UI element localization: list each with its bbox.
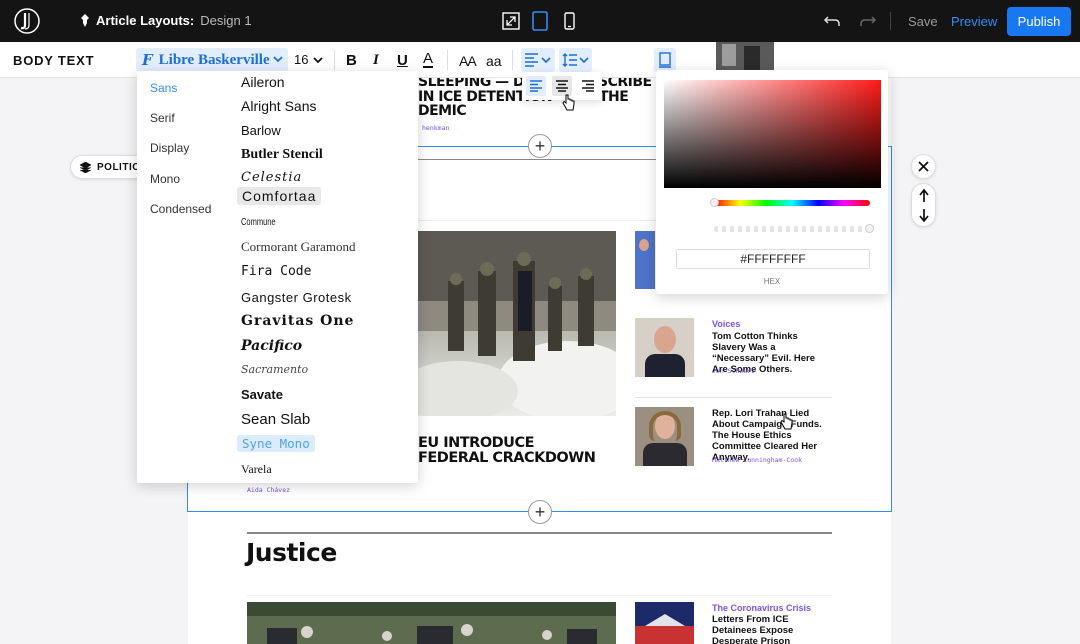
align-left-icon: [525, 53, 551, 67]
story-kicker: The Coronavirus Crisis: [712, 603, 812, 613]
undo-icon[interactable]: [822, 11, 842, 31]
font-option[interactable]: Sean Slab: [241, 411, 310, 428]
divider: [447, 50, 448, 70]
byline: henkman: [422, 124, 450, 132]
section-heading: Justice: [246, 538, 337, 567]
headline-top-line3: DEMIC: [418, 103, 467, 119]
font-option[interactable]: Commune: [241, 217, 276, 228]
reorder-control: [911, 183, 936, 227]
chevron-down-icon: [273, 56, 283, 63]
hex-input[interactable]: #FFFFFFFF: [676, 249, 870, 269]
section-tag-label: POLITIC: [97, 161, 140, 173]
hue-slider[interactable]: [714, 200, 870, 206]
alpha-slider[interactable]: [714, 226, 870, 232]
document-icon: [659, 52, 671, 68]
align-center-option[interactable]: [552, 76, 572, 96]
close-button[interactable]: [911, 154, 936, 179]
font-option[interactable]: Butler Stencil: [241, 147, 323, 163]
story-thumbnail: [635, 602, 694, 644]
saturation-field[interactable]: [664, 80, 881, 188]
hex-label: HEX: [763, 277, 781, 286]
font-option-selected[interactable]: Comfortaa: [237, 187, 322, 205]
chevron-down-icon: [313, 56, 324, 63]
font-option[interactable]: Varela: [241, 462, 272, 477]
logo-icon[interactable]: [14, 8, 40, 34]
hand-cursor-icon: [780, 413, 793, 430]
tablet-view-icon[interactable]: [530, 11, 550, 31]
bold-button[interactable]: B: [346, 52, 357, 69]
align-right-icon: [582, 80, 594, 92]
pin-icon: [81, 14, 89, 27]
font-option[interactable]: Barlow: [241, 123, 281, 138]
font-option[interactable]: Pacifico: [241, 338, 302, 354]
background-color-button[interactable]: [654, 48, 676, 72]
color-picker: #FFFFFFFF HEX: [656, 70, 888, 294]
toolbar-section-title: BODY TEXT: [13, 53, 95, 68]
divider: [247, 532, 832, 534]
line-spacing-icon: [562, 53, 589, 67]
hue-handle[interactable]: [710, 198, 719, 207]
category-sans[interactable]: Sans: [150, 81, 177, 95]
preview-button[interactable]: Preview: [951, 14, 997, 29]
underline-button[interactable]: U: [397, 52, 408, 69]
divider: [890, 12, 891, 30]
font-option[interactable]: Alright Sans: [241, 98, 316, 114]
line-height-select[interactable]: [559, 48, 592, 72]
text-color-button[interactable]: A: [423, 51, 434, 68]
font-option-hovered[interactable]: Syne Mono: [237, 435, 315, 452]
italic-button[interactable]: I: [373, 52, 379, 69]
divider: [512, 50, 513, 70]
move-up-icon[interactable]: [918, 189, 930, 203]
add-block-button[interactable]: +: [528, 500, 552, 524]
align-right-option[interactable]: [578, 76, 598, 96]
category-mono[interactable]: Mono: [150, 172, 180, 186]
story-thumbnail: [716, 42, 774, 71]
font-family-value: Libre Baskerville: [158, 51, 270, 68]
font-family-menu: Sans Serif Display Mono Condensed Ailero…: [137, 71, 418, 483]
font-option[interactable]: Sacramento: [241, 363, 308, 376]
story-photo: [247, 602, 616, 644]
font-option[interactable]: Aileron: [241, 74, 285, 90]
category-condensed[interactable]: Condensed: [150, 202, 211, 216]
breadcrumb-label: Article Layouts:: [96, 13, 195, 28]
top-bar: Article Layouts: Design 1 Save Preview P…: [0, 0, 1080, 42]
lowercase-button[interactable]: aa: [486, 53, 502, 69]
font-option[interactable]: Gangster Grotesk: [241, 290, 352, 305]
font-size-select[interactable]: 16: [294, 52, 324, 67]
category-serif[interactable]: Serif: [150, 111, 175, 125]
move-down-icon[interactable]: [918, 208, 930, 222]
align-left-icon: [530, 80, 542, 92]
align-center-icon: [556, 80, 568, 92]
breadcrumb: Article Layouts: Design 1: [80, 13, 252, 28]
divider: [247, 595, 832, 596]
divider: [334, 50, 335, 70]
mobile-view-icon[interactable]: [559, 11, 579, 31]
desktop-view-icon[interactable]: [501, 11, 521, 31]
font-size-value: 16: [294, 52, 309, 67]
font-option[interactable]: Savate: [241, 387, 283, 402]
publish-button[interactable]: Publish: [1007, 7, 1071, 36]
add-block-button[interactable]: +: [528, 134, 552, 158]
align-left-option[interactable]: [526, 76, 546, 96]
hand-cursor-icon: [562, 94, 575, 111]
save-button[interactable]: Save: [908, 14, 938, 29]
font-option[interactable]: Gravitas One: [241, 313, 354, 329]
breadcrumb-value[interactable]: Design 1: [200, 13, 251, 28]
category-display[interactable]: Display: [150, 141, 189, 155]
font-option[interactable]: Cormorant Garamond: [241, 239, 355, 255]
alpha-handle[interactable]: [865, 224, 874, 233]
story-title: Letters From ICE Detainees Expose Desper…: [712, 614, 794, 644]
uppercase-button[interactable]: AA: [459, 53, 477, 69]
close-icon: [918, 161, 929, 172]
headline-top-line2b: THE: [599, 89, 629, 105]
font-option[interactable]: Celestia: [241, 170, 302, 185]
font-family-select[interactable]: F Libre Baskerville: [136, 48, 288, 72]
font-icon: F: [142, 51, 153, 69]
redo-icon[interactable]: [858, 11, 878, 31]
alignment-select[interactable]: [521, 48, 555, 72]
font-option[interactable]: Fira Code: [241, 264, 311, 279]
layers-icon: [80, 161, 91, 173]
